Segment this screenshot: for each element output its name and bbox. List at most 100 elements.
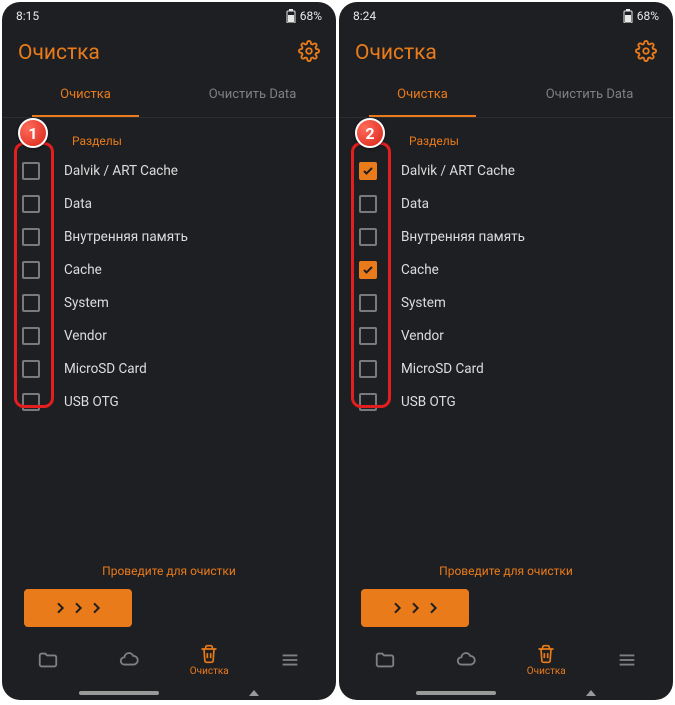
list-item[interactable]: Cache (351, 253, 661, 286)
checkbox[interactable] (22, 360, 40, 378)
list-item[interactable]: Vendor (14, 319, 324, 352)
swipe-button[interactable] (361, 589, 469, 627)
item-label: Vendor (64, 328, 107, 344)
chevron-right-icon (70, 597, 86, 619)
nav-files[interactable] (355, 649, 415, 671)
bottom-nav: Очистка (339, 634, 673, 686)
list-item[interactable]: Внутренняя память (14, 220, 324, 253)
nav-cloud[interactable] (99, 649, 159, 671)
item-label: Dalvik / ART Cache (64, 163, 178, 179)
item-label: Data (64, 196, 92, 212)
tab-clean[interactable]: Очистка (2, 72, 169, 117)
tab-clear-data[interactable]: Очистить Data (169, 72, 336, 117)
list-item[interactable]: Cache (14, 253, 324, 286)
item-label: Внутренняя память (401, 229, 525, 245)
list-item[interactable]: Data (14, 187, 324, 220)
phone-screen-2: 8:24 68% Очистка Очистка Очистить Data 2… (339, 2, 673, 700)
list-item[interactable]: System (351, 286, 661, 319)
chevron-right-icon (88, 597, 104, 619)
status-time: 8:15 (16, 9, 39, 23)
status-bar: 8:15 68% (2, 2, 336, 30)
nav-files[interactable] (18, 649, 78, 671)
trash-icon (199, 644, 219, 664)
nav-clean[interactable]: Очистка (516, 644, 576, 677)
tab-clean[interactable]: Очистка (339, 72, 506, 117)
list-item[interactable]: System (14, 286, 324, 319)
item-label: Cache (64, 262, 102, 278)
menu-icon (279, 649, 301, 671)
nav-menu[interactable] (260, 649, 320, 671)
folder-icon (37, 649, 59, 671)
chevron-right-icon (389, 597, 405, 619)
checkbox[interactable] (359, 360, 377, 378)
list-item[interactable]: Dalvik / ART Cache (14, 154, 324, 187)
list-item[interactable]: Dalvik / ART Cache (351, 154, 661, 187)
item-label: MicroSD Card (64, 361, 147, 377)
list-item[interactable]: Vendor (351, 319, 661, 352)
section-label: Разделы (72, 134, 324, 148)
recent-apps-caret-icon[interactable] (586, 690, 596, 696)
tabs: Очистка Очистить Data (339, 72, 673, 118)
step-badge: 1 (18, 118, 48, 148)
item-label: Vendor (401, 328, 444, 344)
trash-icon (536, 644, 556, 664)
nav-clean[interactable]: Очистка (179, 644, 239, 677)
home-pill[interactable] (416, 691, 496, 695)
step-badge: 2 (355, 118, 385, 148)
partition-list: Dalvik / ART Cache Data Внутренняя памят… (351, 154, 661, 418)
gear-icon[interactable] (298, 40, 320, 66)
battery-icon (623, 9, 633, 23)
page-title: Очистка (18, 41, 100, 65)
checkbox[interactable] (359, 162, 377, 180)
item-label: USB OTG (401, 394, 456, 410)
checkbox[interactable] (359, 195, 377, 213)
status-right: 68% (623, 9, 659, 23)
checkbox[interactable] (359, 294, 377, 312)
battery-icon (286, 9, 296, 23)
screenshot-pair: 8:15 68% Очистка Очистка Очистить Data 1… (0, 0, 675, 702)
list-item[interactable]: USB OTG (14, 385, 324, 418)
checkbox[interactable] (22, 294, 40, 312)
cloud-icon (118, 649, 140, 671)
status-right: 68% (286, 9, 322, 23)
list-item[interactable]: Внутренняя память (351, 220, 661, 253)
checkbox[interactable] (359, 261, 377, 279)
swipe-prompt: Проведите для очистки (2, 564, 336, 578)
checkbox[interactable] (359, 228, 377, 246)
checkbox[interactable] (22, 327, 40, 345)
item-label: Data (401, 196, 429, 212)
gear-icon[interactable] (635, 40, 657, 66)
checkbox[interactable] (22, 393, 40, 411)
checkbox[interactable] (22, 195, 40, 213)
home-pill[interactable] (79, 691, 159, 695)
item-label: Cache (401, 262, 439, 278)
checkbox[interactable] (22, 261, 40, 279)
nav-cloud[interactable] (436, 649, 496, 671)
checkbox[interactable] (359, 393, 377, 411)
swipe-button[interactable] (24, 589, 132, 627)
item-label: System (401, 295, 446, 311)
recent-apps-caret-icon[interactable] (249, 690, 259, 696)
app-header: Очистка (339, 30, 673, 72)
checkbox[interactable] (22, 228, 40, 246)
app-header: Очистка (2, 30, 336, 72)
nav-menu[interactable] (597, 649, 657, 671)
list-item[interactable]: MicroSD Card (14, 352, 324, 385)
battery-percent: 68% (300, 9, 322, 23)
list-item[interactable]: MicroSD Card (351, 352, 661, 385)
checkbox[interactable] (359, 327, 377, 345)
menu-icon (616, 649, 638, 671)
checkbox[interactable] (22, 162, 40, 180)
partition-list: Dalvik / ART Cache Data Внутренняя памят… (14, 154, 324, 418)
status-time: 8:24 (353, 9, 376, 23)
list-area: 2 Разделы Dalvik / ART Cache Data Внутре… (339, 118, 673, 418)
item-label: MicroSD Card (401, 361, 484, 377)
list-item[interactable]: Data (351, 187, 661, 220)
system-nav (2, 686, 336, 700)
system-nav (339, 686, 673, 700)
status-bar: 8:24 68% (339, 2, 673, 30)
section-label: Разделы (409, 134, 661, 148)
tab-clear-data[interactable]: Очистить Data (506, 72, 673, 117)
list-area: 1 Разделы Dalvik / ART Cache Data Внутре… (2, 118, 336, 418)
list-item[interactable]: USB OTG (351, 385, 661, 418)
